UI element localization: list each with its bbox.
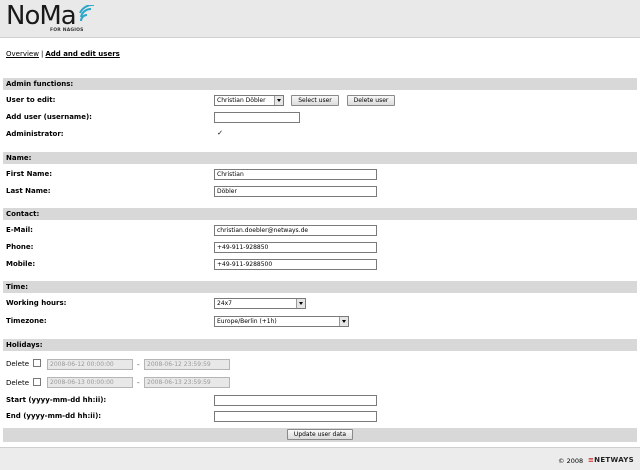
section-heading: Admin functions: <box>6 80 74 88</box>
delete-user-button[interactable]: Delete user <box>347 95 395 106</box>
holiday-delete-checkbox[interactable] <box>33 359 41 367</box>
section-name: Name: <box>3 152 637 164</box>
section-heading: Name: <box>6 154 32 162</box>
first-name-input[interactable]: Christian <box>214 169 377 180</box>
last-name-label: Last Name: <box>6 187 51 195</box>
holiday-start-field: 2008-06-12 00:00:00 <box>47 359 133 370</box>
timezone-select[interactable]: Europe/Berlin (+1h) <box>214 316 349 327</box>
holiday-end-input[interactable] <box>214 411 377 422</box>
section-contact: Contact: <box>3 208 637 220</box>
breadcrumb-current[interactable]: Add and edit users <box>45 50 120 58</box>
update-user-data-button[interactable]: Update user data <box>287 429 353 440</box>
add-user-input[interactable] <box>214 112 300 123</box>
holiday-start-label: Start (yyyy-mm-dd hh:ii): <box>6 396 107 404</box>
holiday-range-dash: - <box>137 361 140 369</box>
working-hours-select[interactable]: 24x7 <box>214 298 306 309</box>
breadcrumb-separator: | <box>40 50 44 58</box>
timezone-value: Europe/Berlin (+1h) <box>217 318 277 325</box>
administrator-checkbox[interactable]: ✓ <box>216 130 224 138</box>
section-heading: Contact: <box>6 210 40 218</box>
mobile-input[interactable]: +49-911-9288500 <box>214 259 377 270</box>
holiday-delete-checkbox[interactable] <box>33 378 41 386</box>
section-time: Time: <box>3 281 637 293</box>
holiday-delete-label: Delete <box>6 360 29 368</box>
netways-logo: ≡NETWAYS <box>588 456 634 464</box>
phone-label: Phone: <box>6 243 34 251</box>
holiday-end-label: End (yyyy-mm-dd hh:ii): <box>6 412 102 420</box>
copyright-text: © 2008 <box>558 457 584 465</box>
user-to-edit-label: User to edit: <box>6 96 56 104</box>
holiday-start-input[interactable] <box>214 395 377 406</box>
chevron-down-icon <box>339 317 348 326</box>
section-admin-functions: Admin functions: <box>3 78 637 90</box>
working-hours-value: 24x7 <box>217 300 233 307</box>
administrator-label: Administrator: <box>6 130 64 138</box>
chevron-down-icon <box>296 299 305 308</box>
email-label: E-Mail: <box>6 226 33 234</box>
add-user-label: Add user (username): <box>6 113 92 121</box>
breadcrumb-overview-link[interactable]: Overview <box>6 50 39 58</box>
timezone-label: Timezone: <box>6 317 47 325</box>
section-holidays: Holidays: <box>3 339 637 351</box>
last-name-input[interactable]: Döbler <box>214 186 377 197</box>
signal-waves-icon <box>79 5 94 22</box>
app-header: NoMa FOR NAGIOS <box>0 0 640 38</box>
first-name-label: First Name: <box>6 170 53 178</box>
mobile-label: Mobile: <box>6 260 36 268</box>
working-hours-label: Working hours: <box>6 299 67 307</box>
section-heading: Holidays: <box>6 341 43 349</box>
select-user-button[interactable]: Select user <box>291 95 339 106</box>
user-to-edit-value: Christian Döbler <box>217 97 266 104</box>
app-footer: © 2008 ≡NETWAYS <box>0 447 640 470</box>
holiday-range-dash: - <box>137 379 140 387</box>
section-heading: Time: <box>6 283 29 291</box>
noma-logo: NoMa FOR NAGIOS <box>6 1 106 35</box>
holiday-delete-label: Delete <box>6 379 29 387</box>
holiday-end-field: 2008-06-12 23:59:59 <box>144 359 230 370</box>
logo-wordmark: NoMa <box>6 1 77 31</box>
logo-subtitle: FOR NAGIOS <box>50 28 84 33</box>
phone-input[interactable]: +49-911-928850 <box>214 242 377 253</box>
breadcrumb: Overview | Add and edit users <box>6 50 120 58</box>
user-to-edit-select[interactable]: Christian Döbler <box>214 95 284 106</box>
holiday-end-field: 2008-06-13 23:59:59 <box>144 377 230 388</box>
email-input[interactable]: christian.doebler@netways.de <box>214 225 377 236</box>
netways-wordmark: NETWAYS <box>594 456 634 464</box>
chevron-down-icon <box>274 96 283 105</box>
holiday-start-field: 2008-06-13 00:00:00 <box>47 377 133 388</box>
